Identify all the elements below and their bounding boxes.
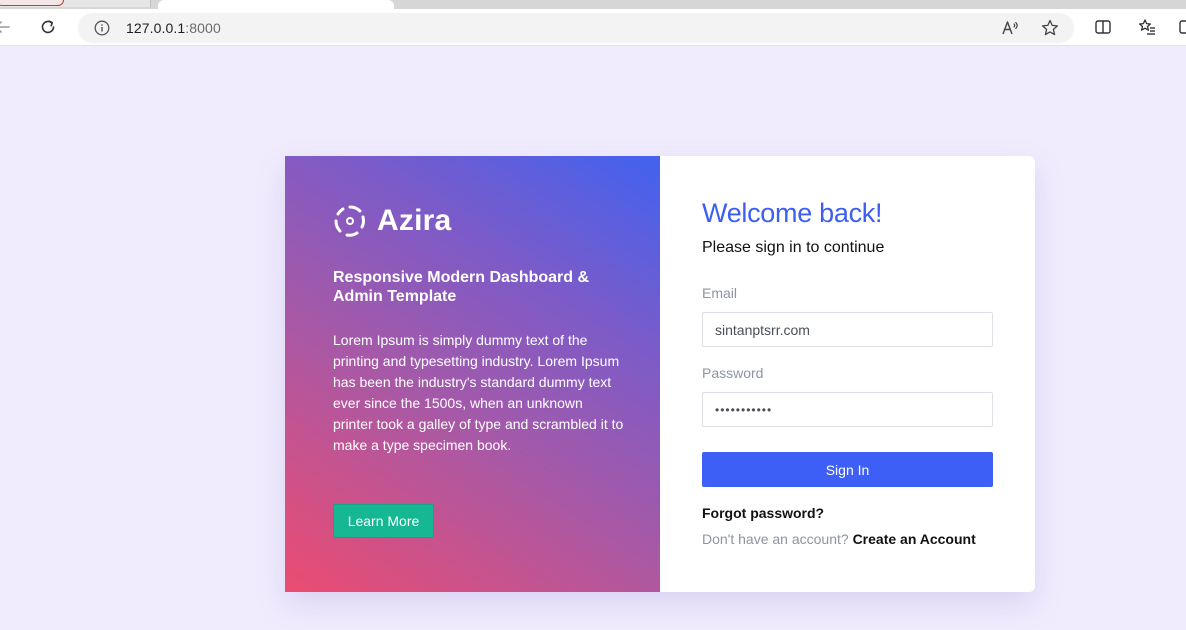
brand-name: Azira [377, 204, 452, 237]
learn-more-button[interactable]: Learn More [333, 504, 434, 538]
promo-panel: Azira Responsive Modern Dashboard & Admi… [285, 156, 660, 592]
favorite-button[interactable] [1040, 18, 1060, 38]
address-bar[interactable]: 127.0.0.1:8000 [78, 13, 1074, 43]
azira-logo-icon [334, 205, 365, 237]
no-account-text: Don't have an account? Create an Account [702, 531, 976, 547]
refresh-button[interactable] [34, 13, 62, 41]
sign-in-button[interactable]: Sign In [702, 452, 993, 487]
tab-active[interactable] [158, 0, 394, 9]
brand: Azira [333, 204, 451, 238]
split-screen-button[interactable] [1089, 13, 1117, 41]
url-port: :8000 [185, 20, 221, 36]
tab-indicator [0, 0, 64, 6]
collections-button[interactable] [1172, 13, 1186, 41]
url-text[interactable]: 127.0.0.1:8000 [126, 20, 221, 36]
site-info-icon[interactable] [94, 20, 110, 36]
no-account-label: Don't have an account? [702, 531, 849, 547]
password-label: Password [702, 365, 764, 381]
collections-icon [1179, 20, 1186, 34]
tab-strip [0, 0, 1186, 9]
signin-subtitle: Please sign in to continue [702, 239, 885, 256]
read-aloud-icon [1002, 21, 1018, 35]
refresh-icon [41, 20, 55, 34]
promo-heading: Responsive Modern Dashboard & Admin Temp… [333, 269, 590, 305]
login-card: Azira Responsive Modern Dashboard & Admi… [285, 156, 1035, 592]
favorites-button[interactable] [1133, 13, 1161, 41]
tab-inactive[interactable] [0, 0, 151, 7]
email-label: Email [702, 285, 738, 301]
email-field[interactable] [702, 312, 993, 347]
forgot-password-link[interactable]: Forgot password? [702, 505, 824, 521]
read-aloud-button[interactable] [1000, 18, 1020, 38]
password-field[interactable] [702, 392, 993, 427]
star-icon [1041, 19, 1059, 36]
signin-panel: Welcome back! Please sign in to continue… [660, 156, 1035, 592]
favorites-list-icon [1138, 19, 1155, 35]
url-host: 127.0.0.1 [126, 20, 186, 36]
back-button[interactable] [0, 13, 16, 41]
split-screen-icon [1095, 20, 1111, 34]
promo-description: Lorem Ipsum is simply dummy text of the … [333, 332, 624, 453]
create-account-link[interactable]: Create an Account [853, 531, 976, 547]
back-arrow-icon [0, 21, 10, 33]
welcome-title: Welcome back! [702, 198, 883, 228]
browser-toolbar: 127.0.0.1:8000 [0, 9, 1186, 46]
